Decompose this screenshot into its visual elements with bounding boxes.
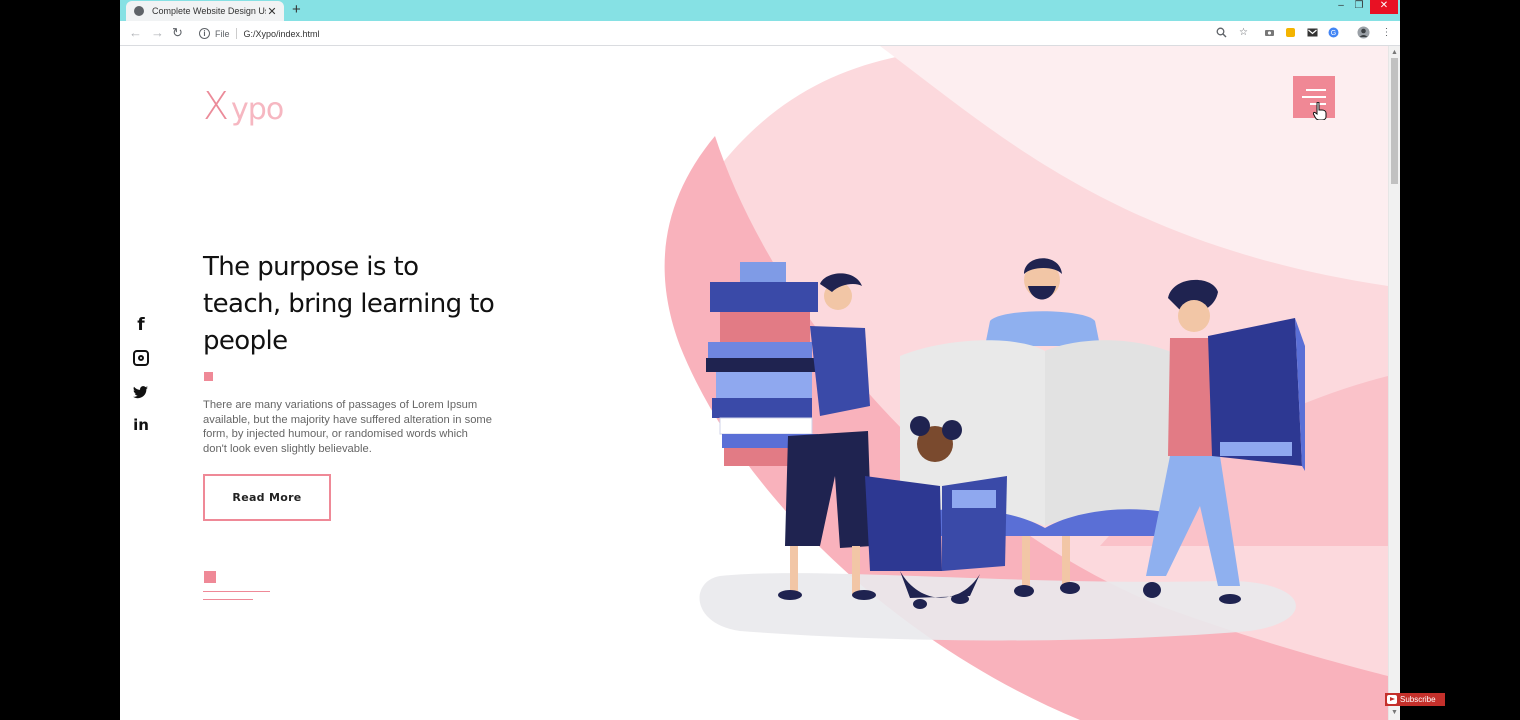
gmail-extension-icon[interactable] <box>1307 27 1318 38</box>
restore-button[interactable]: ❐ <box>1352 0 1366 14</box>
web-page: X ypo f in The purpose is to teach, brin… <box>120 46 1388 720</box>
subscribe-label: Subscribe <box>1400 695 1436 704</box>
scrollbar-thumb[interactable] <box>1391 58 1398 184</box>
site-logo[interactable]: X ypo <box>203 84 284 128</box>
reload-icon[interactable]: ↻ <box>172 25 183 41</box>
linkedin-icon[interactable]: in <box>133 417 149 433</box>
facebook-icon[interactable]: f <box>133 317 149 334</box>
zoom-icon[interactable] <box>1216 27 1227 38</box>
address-bar[interactable]: i File G:/Xypo/index.html <box>194 24 1254 43</box>
url-scheme-label: File <box>215 28 230 39</box>
star-icon[interactable]: ☆ <box>1238 27 1249 38</box>
minimize-button[interactable]: – <box>1334 0 1348 14</box>
menu-line <box>1306 89 1326 91</box>
decorative-square <box>204 571 216 583</box>
camera-extension-icon[interactable] <box>1264 27 1275 38</box>
scroll-up-arrow-icon[interactable]: ▲ <box>1389 48 1400 58</box>
globe-favicon-icon <box>134 6 144 16</box>
logo-wordmark: ypo <box>231 92 284 127</box>
google-extension-icon[interactable]: G <box>1328 27 1339 38</box>
hero-illustration <box>664 46 1388 720</box>
subscribe-badge[interactable]: Subscribe <box>1385 693 1445 706</box>
scroll-down-arrow-icon[interactable]: ▼ <box>1389 708 1400 718</box>
new-tab-button[interactable]: + <box>292 2 301 18</box>
close-tab-icon[interactable]: ✕ <box>266 5 278 18</box>
page-scrollbar[interactable]: ▲ ▼ <box>1388 46 1400 720</box>
decorative-line <box>203 591 270 592</box>
bell-extension-icon[interactable] <box>1285 27 1296 38</box>
close-window-button[interactable]: ✕ <box>1370 0 1398 14</box>
svg-text:G: G <box>1331 30 1336 37</box>
hero-description: There are many variations of passages of… <box>203 399 492 456</box>
profile-avatar[interactable] <box>1357 26 1370 39</box>
youtube-play-icon <box>1387 695 1397 704</box>
tab-title: Complete Website Design Using <box>152 6 266 16</box>
browser-tab[interactable]: Complete Website Design Using ✕ <box>126 1 284 21</box>
menu-dots-icon[interactable]: ⋮ <box>1381 27 1392 38</box>
back-arrow-icon[interactable]: ← <box>129 25 142 41</box>
hero-title: The purpose is to teach, bring learning … <box>203 252 495 356</box>
logo-letter-x: X <box>203 84 230 128</box>
decorative-line <box>203 599 253 600</box>
address-divider <box>235 28 237 39</box>
twitter-icon[interactable] <box>133 384 149 400</box>
url-text[interactable]: G:/Xypo/index.html <box>244 29 320 39</box>
tab-strip: Complete Website Design Using ✕ + – ❐ ✕ <box>120 0 1400 21</box>
menu-line <box>1302 96 1326 98</box>
info-icon[interactable]: i <box>199 28 210 39</box>
instagram-icon[interactable] <box>133 350 149 366</box>
browser-window: Complete Website Design Using ✕ + – ❐ ✕ … <box>120 0 1400 720</box>
browser-toolbar: ← → ↻ i File G:/Xypo/index.html ☆ G ⋮ <box>120 21 1400 46</box>
accent-square <box>204 372 213 381</box>
forward-arrow-icon[interactable]: → <box>151 25 164 41</box>
hand-cursor-icon <box>1313 102 1327 120</box>
read-more-button[interactable]: Read More <box>203 474 331 521</box>
